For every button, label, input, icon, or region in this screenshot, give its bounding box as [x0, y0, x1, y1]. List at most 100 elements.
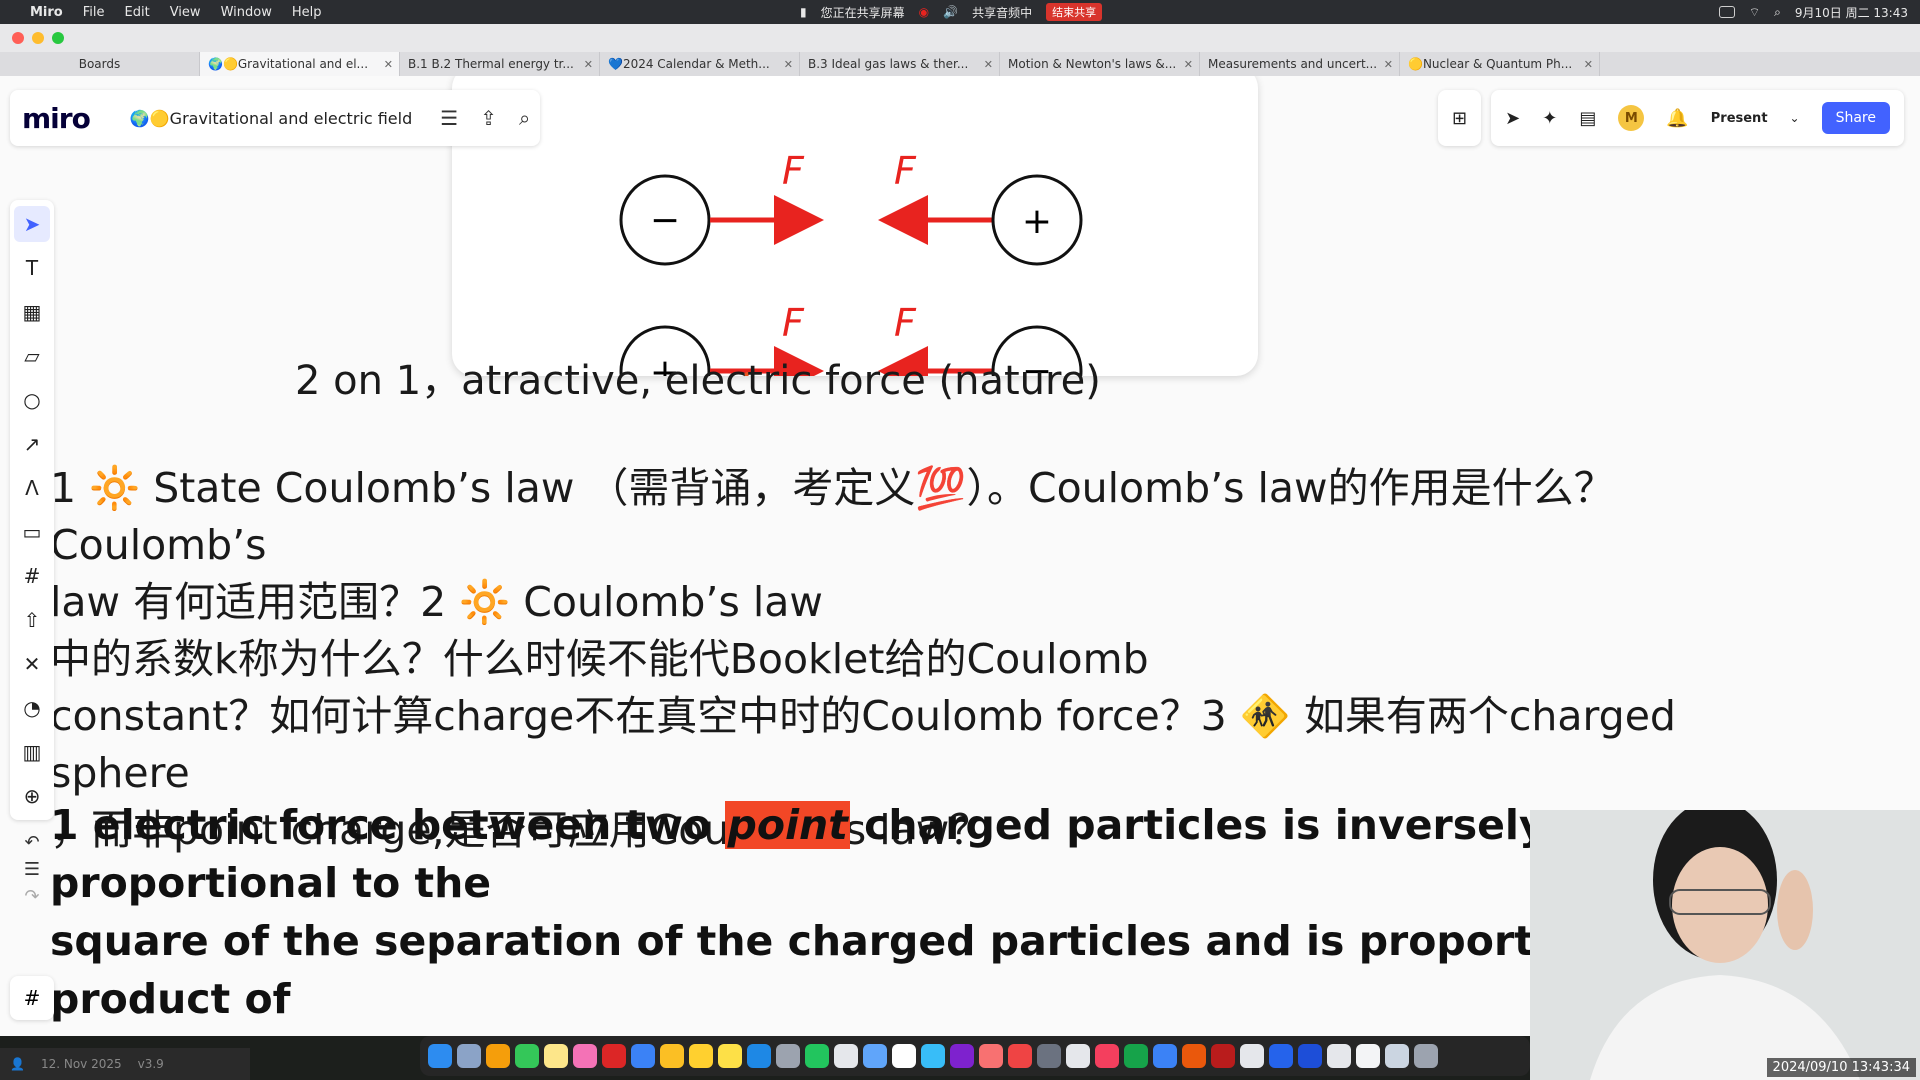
wechat-icon[interactable]	[805, 1044, 829, 1068]
app-icon[interactable]	[1385, 1044, 1409, 1068]
menu-file[interactable]: File	[83, 5, 105, 20]
app-icon[interactable]	[1269, 1044, 1293, 1068]
search-icon[interactable]: ⌕	[1774, 5, 1781, 20]
app-icon[interactable]	[1240, 1044, 1264, 1068]
chrome-icon[interactable]	[660, 1044, 684, 1068]
comment-tool-icon[interactable]: ▭	[14, 514, 50, 550]
app-icon[interactable]	[1037, 1044, 1061, 1068]
pages-icon[interactable]	[486, 1044, 510, 1068]
end-share-button[interactable]: 结束共享	[1046, 3, 1103, 21]
wifi-icon[interactable]: ⌔	[1749, 5, 1760, 20]
close-tab-icon[interactable]: ✕	[984, 58, 993, 71]
app-icon[interactable]	[1356, 1044, 1380, 1068]
app-icon[interactable]	[1008, 1044, 1032, 1068]
trash-icon[interactable]	[1414, 1044, 1438, 1068]
shape-tool-icon[interactable]: ○	[14, 382, 50, 418]
upload-icon[interactable]: ⇧	[14, 602, 50, 638]
apps-icon[interactable]: ⊞	[1452, 108, 1467, 129]
onenote-icon[interactable]	[950, 1044, 974, 1068]
avatar[interactable]: M	[1618, 105, 1645, 131]
export-icon[interactable]: ⇪	[480, 106, 497, 130]
menu-icon[interactable]: ☰	[440, 106, 458, 130]
zoom-window-button[interactable]	[52, 32, 64, 44]
keynote-icon[interactable]	[747, 1044, 771, 1068]
list-icon[interactable]: ☰	[10, 859, 54, 880]
cursor-icon[interactable]: ➤	[1505, 108, 1520, 129]
close-tab-icon[interactable]: ✕	[1584, 58, 1593, 71]
app-icon[interactable]	[1211, 1044, 1235, 1068]
app-icon[interactable]	[1066, 1044, 1090, 1068]
frames-button[interactable]: #	[10, 976, 54, 1020]
close-tab-icon[interactable]: ✕	[1384, 58, 1393, 71]
tab-motion[interactable]: Motion & Newton's laws &... ✕	[1000, 52, 1200, 76]
chevron-down-icon[interactable]: ⌄	[1790, 111, 1800, 125]
messages-icon[interactable]	[515, 1044, 539, 1068]
safari-icon[interactable]	[631, 1044, 655, 1068]
app-icon[interactable]	[1153, 1044, 1177, 1068]
menu-help[interactable]: Help	[292, 5, 322, 20]
annotation-text[interactable]: 2 on 1，atractive, electric force (nature…	[295, 348, 1101, 406]
templates-icon[interactable]: ▦	[14, 294, 50, 330]
share-button[interactable]: Share	[1821, 102, 1890, 134]
tab-boards[interactable]: Boards	[0, 52, 200, 76]
tab-measurements[interactable]: Measurements and uncert... ✕	[1200, 52, 1400, 76]
excel-icon[interactable]	[1124, 1044, 1148, 1068]
diagram-icon[interactable]: ◔	[14, 690, 50, 726]
word-icon[interactable]	[1298, 1044, 1322, 1068]
bell-icon[interactable]: 🔔	[1666, 108, 1688, 129]
close-tab-icon[interactable]: ✕	[1184, 58, 1193, 71]
close-tab-icon[interactable]: ✕	[384, 58, 393, 71]
board-title[interactable]: 🌍🟡Gravitational and electric field	[130, 109, 412, 128]
close-tab-icon[interactable]: ✕	[584, 58, 593, 71]
tab-thermal[interactable]: B.1 B.2 Thermal energy tr... ✕	[400, 52, 600, 76]
comments-icon[interactable]: ▤	[1579, 108, 1596, 129]
menu-edit[interactable]: Edit	[125, 5, 150, 20]
tab-ideal-gas[interactable]: B.3 Ideal gas laws & ther... ✕	[800, 52, 1000, 76]
app-icon[interactable]	[834, 1044, 858, 1068]
app-icon[interactable]	[1327, 1044, 1351, 1068]
powerpoint-icon[interactable]	[1182, 1044, 1206, 1068]
connector-tool-icon[interactable]: ↗	[14, 426, 50, 462]
launchpad-icon[interactable]	[457, 1044, 481, 1068]
frame-tool-icon[interactable]: #	[14, 558, 50, 594]
app-icon[interactable]	[921, 1044, 945, 1068]
mindmap-icon[interactable]: ✕	[14, 646, 50, 682]
menu-view[interactable]: View	[170, 5, 201, 20]
present-button[interactable]: Present	[1711, 111, 1768, 126]
reactions-icon[interactable]: ✦	[1542, 108, 1557, 129]
search-icon[interactable]: ⌕	[519, 106, 530, 130]
text-tool-icon[interactable]: T	[14, 250, 50, 286]
undo-icon[interactable]: ↶	[10, 832, 54, 853]
miro-icon[interactable]	[689, 1044, 713, 1068]
minimize-window-button[interactable]	[32, 32, 44, 44]
select-tool-icon[interactable]: ➤	[14, 206, 50, 242]
tab-nuclear[interactable]: 🟡Nuclear & Quantum Ph... ✕	[1400, 52, 1600, 76]
tab-gravitational[interactable]: 🌍🟡Gravitational and el... ✕	[200, 52, 400, 76]
app-icon[interactable]	[863, 1044, 887, 1068]
photos-icon[interactable]	[573, 1044, 597, 1068]
close-tab-icon[interactable]: ✕	[784, 58, 793, 71]
table-icon[interactable]: ▥	[14, 734, 50, 770]
clock-text[interactable]: 9月10日 周二 13:43	[1795, 4, 1908, 21]
tab-label: Motion & Newton's laws &...	[1008, 57, 1177, 71]
redo-icon[interactable]: ↷	[10, 886, 54, 907]
menu-app-name[interactable]: Miro	[30, 5, 63, 20]
acrobat-icon[interactable]	[602, 1044, 626, 1068]
stickies-icon[interactable]	[718, 1044, 742, 1068]
sticky-note-icon[interactable]: ▱	[14, 338, 50, 374]
close-window-button[interactable]	[12, 32, 24, 44]
tab-calendar[interactable]: 💙2024 Calendar & Meth... ✕	[600, 52, 800, 76]
screenshot-icon[interactable]	[776, 1044, 800, 1068]
pen-tool-icon[interactable]: Ʌ	[14, 470, 50, 506]
more-tools-icon[interactable]: ⊕	[14, 778, 50, 814]
notes-icon[interactable]	[544, 1044, 568, 1068]
music-icon[interactable]	[1095, 1044, 1119, 1068]
screen-icon[interactable]	[1718, 6, 1735, 18]
finder-icon[interactable]	[428, 1044, 452, 1068]
menu-window[interactable]: Window	[221, 5, 272, 20]
app-icon[interactable]	[979, 1044, 1003, 1068]
question-line: law 有何适用范围？2 🔆 Coulomb’s law	[50, 578, 823, 626]
coulomb-diagram-card[interactable]: − F F + + F F −	[452, 76, 1258, 419]
calendar-icon[interactable]	[892, 1044, 916, 1068]
miro-logo[interactable]: miro	[22, 102, 91, 135]
